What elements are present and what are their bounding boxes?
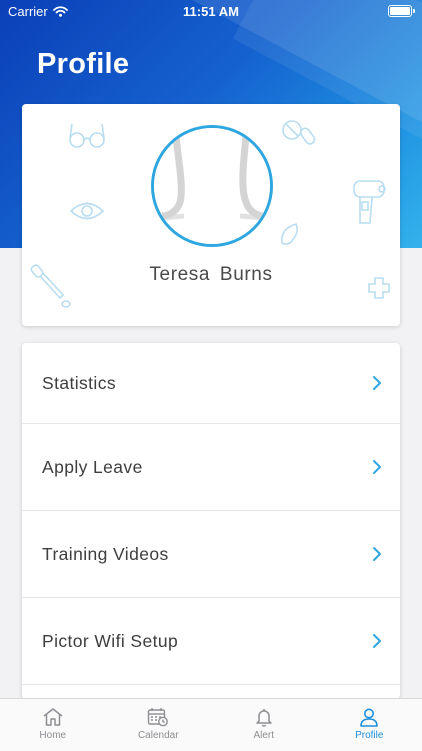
tab-label: Profile	[355, 730, 383, 741]
tab-label: Alert	[253, 730, 274, 741]
chevron-right-icon	[372, 459, 382, 475]
battery-icon	[388, 5, 412, 17]
pills-icon	[281, 118, 321, 148]
tab-profile[interactable]: Profile	[317, 699, 422, 751]
home-icon	[42, 707, 64, 727]
tab-calendar[interactable]: Calendar	[106, 699, 212, 751]
avatar-placeholder-icon	[154, 128, 270, 244]
menu-item-label: Training Videos	[42, 544, 169, 565]
tab-bar: Home Calendar Alert Profile	[0, 698, 422, 751]
page-title: Profile	[37, 48, 129, 81]
menu-item-pictor-wifi-setup[interactable]: Pictor Wifi Setup	[22, 598, 400, 685]
tab-label: Home	[39, 730, 66, 741]
tab-home[interactable]: Home	[0, 699, 106, 751]
user-name: Teresa Burns	[22, 264, 400, 286]
person-icon	[359, 707, 379, 727]
contact-lens-icon	[278, 221, 302, 247]
profile-card: Teresa Burns	[22, 104, 400, 326]
eye-icon	[69, 200, 105, 222]
avatar[interactable]	[151, 125, 273, 247]
menu-item-label: Statistics	[42, 373, 116, 394]
menu-item-apply-leave[interactable]: Apply Leave	[22, 424, 400, 511]
thermometer-gun-icon	[350, 177, 390, 229]
glasses-icon	[68, 120, 106, 150]
status-bar: Carrier 11:51 AM	[0, 0, 422, 22]
menu-item-statistics[interactable]: Statistics	[22, 343, 400, 424]
chevron-right-icon	[372, 633, 382, 649]
menu-item-label: Apply Leave	[42, 457, 143, 478]
chevron-right-icon	[372, 375, 382, 391]
profile-menu: Statistics Apply Leave Training Videos P…	[22, 343, 400, 699]
menu-item-training-videos[interactable]: Training Videos	[22, 511, 400, 598]
chevron-right-icon	[372, 546, 382, 562]
status-time: 11:51 AM	[0, 4, 422, 19]
calendar-icon	[147, 707, 169, 727]
tab-alert[interactable]: Alert	[211, 699, 317, 751]
tab-label: Calendar	[138, 730, 179, 741]
bell-icon	[254, 707, 274, 727]
menu-item-label: Pictor Wifi Setup	[42, 631, 178, 652]
